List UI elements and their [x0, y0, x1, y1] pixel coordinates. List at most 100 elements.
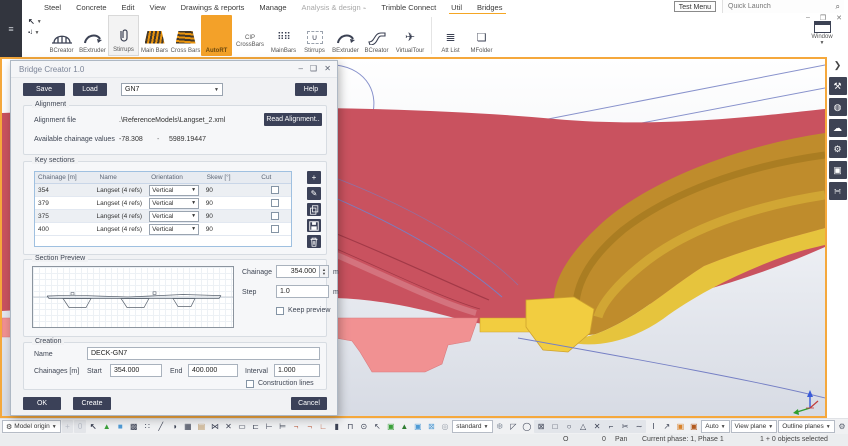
snap-scissors-icon[interactable]: ✂ — [618, 420, 632, 433]
select-cursor-tool[interactable]: ↖▼ — [28, 17, 46, 26]
frame-icon[interactable]: ⊓ — [344, 420, 357, 433]
create-button[interactable]: Create — [73, 397, 111, 410]
ribbon-bextruder-button[interactable]: BExtruder — [77, 15, 108, 56]
read-alignment-button[interactable]: Read Alignment.. — [264, 113, 322, 126]
mesh-faint-icon[interactable]: ▤ — [195, 420, 208, 433]
table-row[interactable]: 379 Langset (4 refs) Vertical▼ 90 — [35, 197, 291, 210]
table-row[interactable]: 375 Langset (4 refs) Vertical▼ 90 — [35, 210, 291, 223]
menu-drawings-reports[interactable]: Drawings & reports — [181, 3, 245, 12]
cursor-dot-icon[interactable]: ◸ — [507, 420, 520, 433]
face-snap-icon[interactable]: ■ — [114, 420, 127, 433]
ribbon-cip-crossbars-button[interactable]: CIP CrossBars — [232, 15, 268, 56]
cloud-icon[interactable]: ☁ — [829, 119, 847, 137]
preview-chainage-input[interactable] — [276, 265, 320, 278]
preview-step-input[interactable] — [276, 285, 329, 298]
menu-bridges[interactable]: Bridges — [477, 3, 502, 12]
parallel-icon[interactable]: ⊨ — [276, 420, 289, 433]
save-sections-button[interactable] — [307, 219, 321, 232]
ribbon-window-button[interactable]: Window ▼ — [804, 21, 840, 45]
table-row[interactable]: 400 Langset (4 refs) Vertical▼ 90 — [35, 223, 291, 236]
ribbon-main-bars-button[interactable]: Main Bars — [139, 15, 170, 56]
mesh-snap-icon[interactable]: ▦ — [182, 420, 195, 433]
spin-down-icon[interactable]: ▼ — [322, 272, 326, 276]
snap-wave-icon[interactable]: ∼ — [632, 420, 646, 433]
menu-concrete[interactable]: Concrete — [76, 3, 106, 12]
arrow-nw-icon[interactable]: ↖ — [371, 420, 384, 433]
perpendicular-icon[interactable]: ⊢ — [263, 420, 276, 433]
dialog-titlebar[interactable]: Bridge Creator 1.0 – ❑ ✕ — [11, 61, 337, 78]
ribbon-autort-button[interactable]: AutoRT — [201, 15, 232, 56]
section-preview-canvas[interactable] — [32, 266, 234, 328]
test-menu-button[interactable]: Test Menu — [674, 1, 716, 12]
green-box-icon[interactable]: ▣ — [385, 420, 398, 433]
ribbon-mainbars-button[interactable]: ⠿⠿ MainBars — [268, 15, 299, 56]
points-icon[interactable]: ∷ — [141, 420, 154, 433]
menu-manage[interactable]: Manage — [259, 3, 286, 12]
end-input[interactable] — [188, 364, 238, 377]
select-tool-icon[interactable]: ↖ — [87, 420, 100, 433]
organizer-icon[interactable]: ∺ — [829, 182, 847, 200]
standard-dropdown[interactable]: standard▼ — [452, 420, 492, 433]
add-section-button[interactable]: + — [307, 171, 321, 184]
table-row[interactable]: 354 Langset (4 refs) Vertical▼ 90 — [35, 184, 291, 197]
construction-lines-checkbox[interactable] — [246, 380, 254, 388]
copy-section-button[interactable] — [307, 203, 321, 216]
solid-icon[interactable]: ▮ — [330, 420, 343, 433]
snap-cross-icon[interactable]: ✕ — [590, 420, 604, 433]
help-button[interactable]: Help — [295, 83, 327, 96]
ribbon-cross-bars-button[interactable]: Cross Bars — [170, 15, 201, 56]
snowflake-icon[interactable]: ❆ — [494, 420, 507, 433]
cut-checkbox[interactable] — [271, 225, 279, 233]
chainage-spinner[interactable]: ▲▼ — [320, 265, 329, 278]
dialog-maximize-icon[interactable]: ❑ — [310, 64, 317, 73]
snap-corner-icon[interactable]: ⌐ — [604, 420, 618, 433]
snap-triangle-icon[interactable]: △ — [576, 420, 590, 433]
ok-button[interactable]: OK — [23, 397, 61, 410]
ribbon-bcreator2-button[interactable]: BCreator — [361, 15, 392, 56]
quick-launch-input[interactable] — [723, 3, 836, 10]
select-filter-tool[interactable]: ▪˩▼ — [28, 30, 46, 36]
ibeam-icon[interactable]: I — [647, 420, 660, 433]
delete-section-button[interactable] — [307, 235, 321, 248]
corner-snap2-icon[interactable]: ¬ — [303, 420, 316, 433]
menu-edit[interactable]: Edit — [122, 3, 135, 12]
intersection-icon[interactable]: ✕ — [222, 420, 235, 433]
tools-icon[interactable]: ⚒ — [829, 77, 847, 95]
keep-preview-checkbox[interactable] — [276, 307, 284, 315]
component-icon[interactable]: ▣ — [829, 161, 847, 179]
corner-snap-icon[interactable]: ¬ — [290, 420, 303, 433]
orange-box-icon[interactable]: ▣ — [674, 420, 687, 433]
edit-section-button[interactable]: ✎ — [307, 187, 321, 200]
blue-x-box-icon[interactable]: ⊠ — [425, 420, 438, 433]
sphere-snap-icon[interactable]: ◑ — [168, 420, 181, 433]
orientation-dropdown[interactable]: Vertical▼ — [149, 185, 199, 196]
menu-trimble-connect[interactable]: Trimble Connect — [381, 3, 436, 12]
green-tri-icon[interactable]: ▲ — [398, 420, 411, 433]
gear-icon[interactable]: ⚙ — [829, 140, 847, 158]
side-pane-toggle[interactable]: ❯ — [834, 60, 842, 74]
grid-snap-icon[interactable]: ▩ — [128, 420, 141, 433]
ribbon-stirrups2-button[interactable]: ∪ Stirrups — [299, 15, 330, 56]
outline-planes-dropdown[interactable]: Outline planes▼ — [778, 420, 835, 433]
ribbon-virtualtour-button[interactable]: ✈ VirtualTour — [392, 15, 428, 56]
ring-icon[interactable]: ◯ — [521, 420, 534, 433]
settings-gear-icon[interactable]: ⚙ — [836, 420, 848, 433]
rect-icon[interactable]: ▭ — [236, 420, 249, 433]
cancel-button[interactable]: Cancel — [291, 397, 327, 410]
preset-dropdown[interactable]: GN7▼ — [121, 83, 223, 96]
cut-checkbox[interactable] — [271, 199, 279, 207]
line-snap-icon[interactable]: ╱ — [155, 420, 168, 433]
key-sections-table[interactable]: Chainage [m] Name Orientation Skew [°] C… — [34, 171, 292, 247]
zoom-icon[interactable]: ◎ — [439, 420, 452, 433]
view-plane-dropdown[interactable]: View plane▼ — [731, 420, 778, 433]
save-button[interactable]: Save — [23, 83, 65, 96]
ribbon-bcreator-button[interactable]: BCreator — [46, 15, 77, 56]
interval-input[interactable] — [274, 364, 320, 377]
dialog-close-icon[interactable]: ✕ — [324, 64, 331, 73]
cut-checkbox[interactable] — [271, 186, 279, 194]
orange-box2-icon[interactable]: ▣ — [688, 420, 701, 433]
menu-view[interactable]: View — [149, 3, 165, 12]
start-input[interactable] — [110, 364, 162, 377]
snap-xbox-icon[interactable]: ⊠ — [534, 420, 548, 433]
arrow-ne-icon[interactable]: ↗ — [661, 420, 674, 433]
